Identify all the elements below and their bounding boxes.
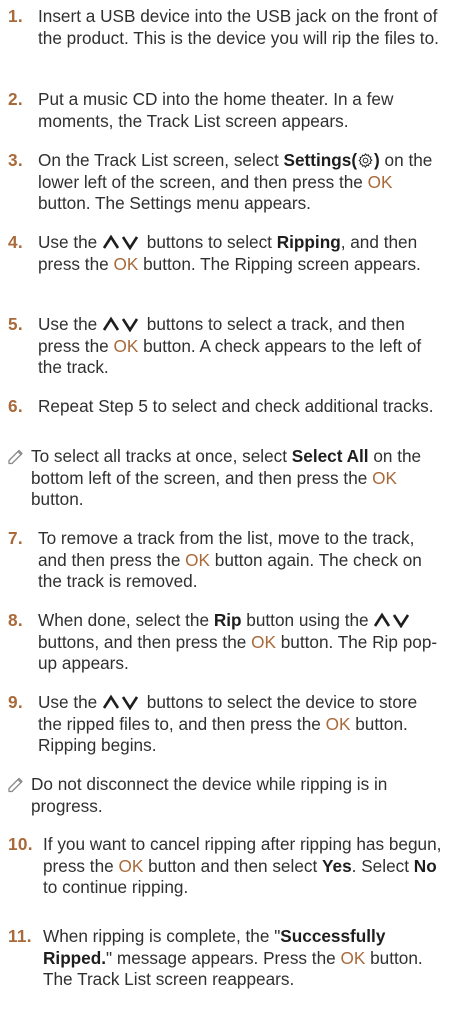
rip-label: Rip bbox=[213, 610, 242, 630]
note-text: To select all tracks at once, select Sel… bbox=[31, 446, 422, 509]
instructions-document: 1. Insert a USB device into the USB jack… bbox=[0, 0, 450, 1022]
step-number: 11. bbox=[8, 926, 32, 946]
step-number: 1. bbox=[8, 6, 23, 26]
up-down-arrows-icon bbox=[102, 694, 139, 710]
step-text: If you want to cancel ripping after ripp… bbox=[43, 834, 442, 897]
no-label: No bbox=[413, 855, 437, 876]
up-down-arrows-icon bbox=[102, 316, 139, 332]
select-all-label: Select All bbox=[291, 446, 369, 466]
step-text: Repeat Step 5 to select and check additi… bbox=[38, 396, 434, 416]
step-number: 3. bbox=[8, 150, 23, 170]
settings-label: Settings( bbox=[283, 150, 358, 170]
ok-label: OK bbox=[340, 947, 366, 968]
step-text: Put a music CD into the home theater. In… bbox=[38, 89, 394, 131]
settings-gear-icon bbox=[358, 153, 373, 168]
ok-label: OK bbox=[367, 171, 393, 192]
up-down-arrows-icon bbox=[102, 234, 139, 250]
step-text: When ripping is complete, the "Successfu… bbox=[43, 926, 423, 989]
step-number: 2. bbox=[8, 89, 23, 109]
step-number: 9. bbox=[8, 692, 23, 712]
step-number: 7. bbox=[8, 528, 23, 548]
ok-label: OK bbox=[251, 631, 276, 652]
step-number: 4. bbox=[8, 232, 23, 252]
ok-label: OK bbox=[113, 253, 139, 274]
ok-label: OK bbox=[118, 855, 144, 876]
step-text: To remove a track from the list, move to… bbox=[38, 528, 422, 591]
pencil-note-icon bbox=[8, 777, 23, 793]
step-number: 8. bbox=[8, 610, 23, 630]
ok-label: OK bbox=[185, 549, 210, 570]
step-text: Use the buttons to select the device to … bbox=[38, 692, 418, 755]
ripping-label: Ripping bbox=[276, 232, 341, 252]
step-text: Insert a USB device into the USB jack on… bbox=[38, 6, 439, 48]
note-text: Do not disconnect the device while rippi… bbox=[31, 774, 388, 816]
step-text: On the Track List screen, select Setting… bbox=[38, 150, 433, 213]
ok-label: OK bbox=[113, 335, 139, 356]
step-number: 5. bbox=[8, 314, 23, 334]
up-down-arrows-icon bbox=[374, 612, 410, 628]
step-text: Use the buttons to select a track, and t… bbox=[38, 314, 422, 377]
ok-label: OK bbox=[372, 467, 397, 488]
step-number: 10. bbox=[8, 834, 33, 854]
yes-label: Yes bbox=[322, 855, 352, 876]
step-text: When done, select the Rip button using t… bbox=[38, 610, 438, 673]
step-number: 6. bbox=[8, 396, 23, 416]
ok-label: OK bbox=[325, 713, 351, 734]
step-text: Use the buttons to select Ripping, and t… bbox=[38, 232, 421, 274]
pencil-note-icon bbox=[8, 449, 23, 465]
